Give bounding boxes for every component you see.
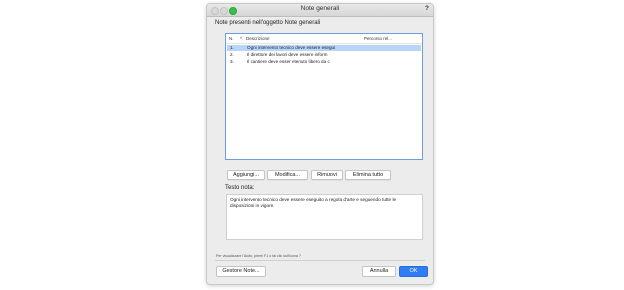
item-number: 1.: [230, 45, 234, 50]
ok-button[interactable]: OK: [399, 266, 428, 277]
note-text-area[interactable]: Ogni intervento tecnico deve essere eseg…: [226, 194, 423, 240]
list-header: N. ^ Descrizione Percorso rel...: [226, 34, 422, 44]
window-title: Note generali: [300, 5, 340, 12]
notes-list[interactable]: N. ^ Descrizione Percorso rel... 1. Ogni…: [225, 33, 423, 160]
title-bar: Note generali ?: [207, 4, 433, 17]
dialog-window: Note generali ? Note presenti nell'ogget…: [206, 3, 434, 285]
column-path[interactable]: Percorso rel...: [364, 36, 392, 41]
footer-divider: [215, 260, 425, 261]
add-button[interactable]: Aggiungi...: [227, 170, 265, 180]
help-hint: Per visualizzare l'Aiuto, premi F1 o fai…: [216, 254, 301, 258]
item-number: 2.: [230, 52, 234, 57]
manage-notes-button[interactable]: Gestore Note...: [216, 266, 266, 277]
edit-button[interactable]: Modifica...: [267, 170, 308, 180]
remove-button[interactable]: Rimuovi: [311, 170, 343, 180]
remove-all-button[interactable]: Elimina tutto: [345, 170, 391, 180]
section-label: Note presenti nell'oggetto Note generali: [215, 20, 321, 26]
sort-indicator-icon: ^: [240, 36, 243, 41]
cancel-button[interactable]: Annulla: [362, 266, 396, 277]
list-item[interactable]: 3. Il cantiere deve esser etenuto libero…: [227, 59, 421, 65]
column-description[interactable]: Descrizione: [246, 36, 270, 41]
list-item[interactable]: 2. Il direttore dei lavori deve essere i…: [227, 52, 421, 58]
item-number: 3.: [230, 59, 234, 64]
help-icon[interactable]: ?: [425, 5, 429, 12]
item-description: Il direttore dei lavori deve essere info…: [247, 52, 328, 57]
note-text-label: Testo nota:: [225, 185, 255, 191]
item-description: Il cantiere deve esser etenuto libero da…: [247, 59, 330, 64]
item-description: Ogni intervento tecnico deve essere eseg…: [247, 45, 336, 50]
column-number[interactable]: N.: [229, 36, 234, 41]
list-item[interactable]: 1. Ogni intervento tecnico deve essere e…: [227, 45, 421, 51]
